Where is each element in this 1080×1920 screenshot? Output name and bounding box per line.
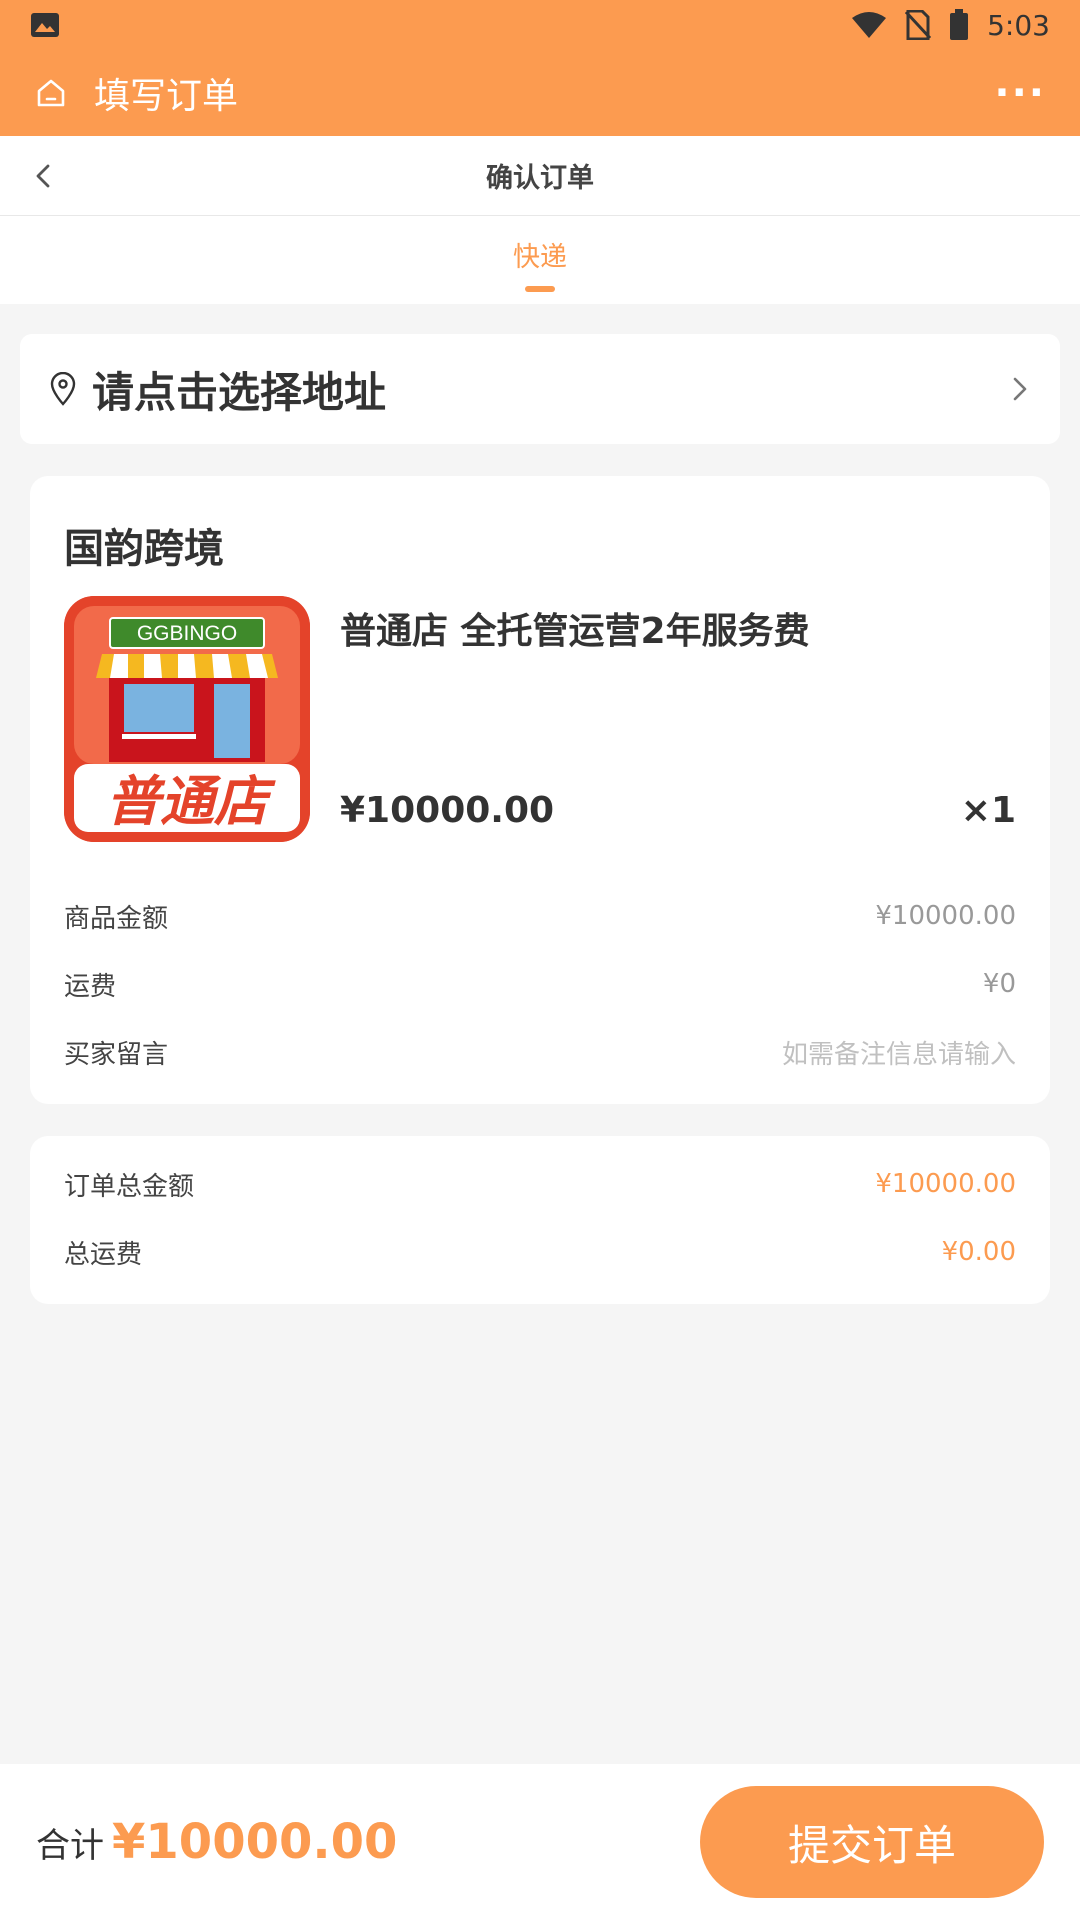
summary-row-total: 订单总金额 ¥10000.00 xyxy=(64,1164,1016,1204)
fee-value: ¥10000.00 xyxy=(875,901,1016,931)
product-quantity: ×1 xyxy=(960,790,1016,831)
home-icon[interactable] xyxy=(34,76,68,110)
location-pin-icon xyxy=(50,372,76,406)
total-label: 合计 xyxy=(36,1825,104,1866)
order-card: 国韵跨境 GGBINGO 普通店 普通店 全托管运营2年服务费 ¥10000.0… xyxy=(30,476,1050,1104)
chevron-left-icon[interactable] xyxy=(24,156,64,196)
summary-value: ¥10000.00 xyxy=(875,1169,1016,1199)
status-time: 5:03 xyxy=(987,8,1050,42)
more-menu-button[interactable]: ··· xyxy=(994,70,1046,116)
no-sim-icon xyxy=(905,10,932,40)
address-prompt: 请点击选择地址 xyxy=(92,367,387,417)
awning xyxy=(96,654,278,678)
summary-label: 总运费 xyxy=(64,1239,143,1270)
app-bar: 填写订单 ··· xyxy=(0,50,1080,136)
summary-value: ¥0.00 xyxy=(941,1237,1016,1267)
app-title: 填写订单 xyxy=(94,76,239,117)
tab-indicator xyxy=(525,285,555,292)
summary-row-shipping: 总运费 ¥0.00 xyxy=(64,1232,1016,1272)
fee-row-goods: 商品金额 ¥10000.00 xyxy=(64,896,1016,936)
summary-card: 订单总金额 ¥10000.00 总运费 ¥0.00 xyxy=(30,1136,1050,1304)
nav-bar: 确认订单 xyxy=(0,136,1080,216)
fee-label: 商品金额 xyxy=(64,903,169,934)
tab-express[interactable]: 快递 xyxy=(513,235,567,292)
chevron-right-icon xyxy=(1013,377,1027,401)
buyer-message-label: 买家留言 xyxy=(64,1039,169,1070)
product-title: 普通店 全托管运营2年服务费 xyxy=(340,611,810,652)
buyer-message-input[interactable]: 如需备注信息请输入 xyxy=(782,1034,1016,1071)
image-caption: 普通店 xyxy=(106,770,276,833)
buyer-message-row: 买家留言 如需备注信息请输入 xyxy=(64,1032,1016,1072)
address-selector[interactable]: 请点击选择地址 xyxy=(20,334,1060,444)
fee-value: ¥0 xyxy=(982,969,1016,999)
shop-illustration: GGBINGO 普通店 xyxy=(64,596,310,842)
delivery-tabs: 快递 xyxy=(0,216,1080,304)
wifi-icon xyxy=(852,12,887,38)
battery-icon xyxy=(950,9,969,40)
image-icon xyxy=(31,13,59,37)
checkout-bar: 合计 ¥10000.00 提交订单 xyxy=(0,1764,1080,1920)
product-image[interactable]: GGBINGO 普通店 xyxy=(64,596,310,842)
page-title: 确认订单 xyxy=(486,163,594,194)
submit-order-button[interactable]: 提交订单 xyxy=(700,1786,1044,1898)
fee-label: 运费 xyxy=(64,971,117,1002)
summary-label: 订单总金额 xyxy=(64,1171,195,1202)
product-price: ¥10000.00 xyxy=(340,790,555,831)
total-amount: ¥10000.00 xyxy=(112,1814,398,1870)
fee-row-shipping: 运费 ¥0 xyxy=(64,964,1016,1004)
tab-label: 快递 xyxy=(513,241,567,273)
status-bar: 5:03 xyxy=(0,0,1080,50)
sign-text: GGBINGO xyxy=(137,622,237,645)
store-name: 国韵跨境 xyxy=(64,526,224,572)
